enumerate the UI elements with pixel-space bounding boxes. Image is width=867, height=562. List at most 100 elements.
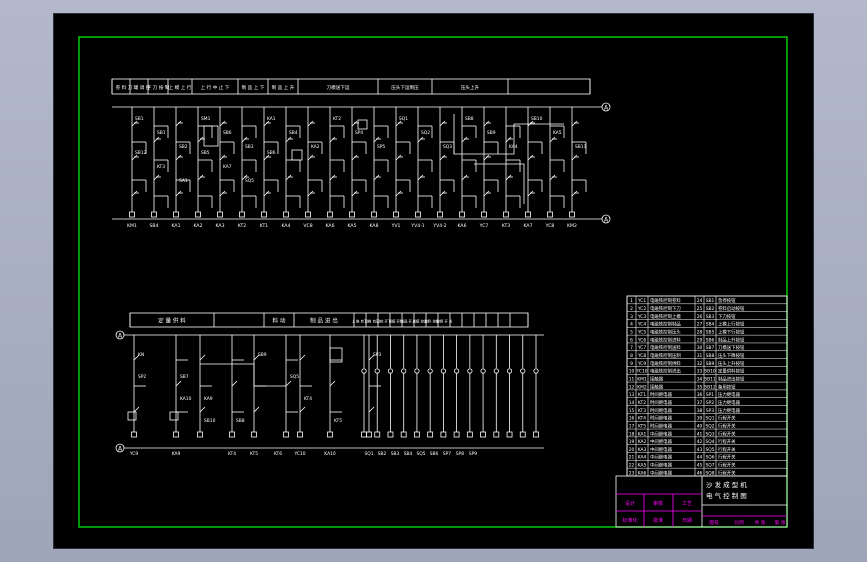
selector-switch	[401, 368, 407, 374]
top-coil	[503, 211, 509, 218]
legend-text: 行程开关	[718, 469, 736, 476]
legend-code: SQ6	[705, 455, 714, 461]
bottom-contact	[368, 406, 375, 413]
selector-switch	[374, 368, 380, 374]
legend-text: 中间继电器	[650, 469, 673, 476]
legend-code: SQ1	[705, 416, 714, 422]
legend-code: YC1	[637, 298, 647, 304]
top-contact	[439, 190, 446, 197]
legend-code: YC7	[637, 345, 647, 351]
top-header-cell: 下 刀 按 制	[147, 84, 170, 91]
legend-no: 27	[697, 322, 703, 328]
bottom-coil	[251, 431, 257, 438]
bottom-coil-label: SB4	[404, 451, 413, 457]
legend-no: 10	[629, 369, 635, 375]
legend-code: SP2	[706, 400, 714, 406]
legend-code: KA5	[638, 463, 647, 469]
top-coil-label: KA5	[348, 223, 357, 229]
legend-text: 行程开关	[718, 446, 736, 453]
top-header-row: 卷 料刀 罐 调 控下 刀 按 制上 模 上 行上 行 中 止 下制 品 上 下…	[111, 79, 591, 94]
top-contact	[527, 154, 534, 161]
top-contact	[549, 136, 556, 143]
top-contact	[461, 174, 468, 181]
legend-text: 中间继电器	[650, 462, 673, 469]
top-coil	[327, 211, 333, 218]
legend-text: 上模下行按钮	[718, 329, 745, 336]
top-coil-label: KM1	[127, 223, 137, 229]
bottom-contact-label: SB10	[204, 418, 216, 424]
top-header-cell: 制 品 上 升	[272, 84, 295, 91]
top-contact	[417, 174, 424, 181]
top-feedback-wire	[474, 163, 525, 204]
top-contact-label: SM1	[201, 116, 211, 122]
bottom-feedback-wire	[200, 363, 286, 387]
legend-text: 上模上行按钮	[718, 321, 745, 328]
legend-no: 26	[697, 314, 703, 320]
legend-no: 11	[629, 376, 635, 382]
top-contact	[263, 190, 270, 197]
top-contact-label: SB6	[267, 150, 276, 156]
top-contact	[373, 174, 380, 181]
legend-text: 行程开关	[718, 415, 736, 422]
legend-code: SQ5	[705, 447, 714, 453]
legend-code: YC5	[637, 330, 647, 336]
legend-no: 1	[630, 298, 633, 304]
top-coil-label: VC8	[303, 223, 312, 229]
selector-switch	[506, 368, 513, 374]
pressure-switch-box	[291, 149, 303, 161]
legend-text: 行程开关	[718, 430, 736, 437]
selector-switch	[454, 368, 460, 374]
legend-text: 中间继电器	[650, 430, 673, 437]
legend-no: 5	[630, 330, 633, 336]
pressure-switch-box	[357, 119, 368, 130]
top-contact-label: SB8	[465, 116, 474, 122]
top-coil-label: KA4	[282, 223, 291, 229]
legend-code: KT5	[638, 423, 646, 429]
bottom-coil	[414, 431, 420, 438]
legend-no: 43	[697, 447, 703, 453]
title-block-left-cells: 设计 审核 工艺标准化 批准 日期	[622, 500, 692, 524]
bottom-coil	[366, 431, 372, 438]
legend-no: 3	[630, 314, 633, 320]
legend-text: 时间继电器	[650, 415, 673, 422]
legend-no: 21	[629, 455, 635, 461]
top-contact-label: KA4	[509, 144, 518, 150]
top-coil	[217, 211, 223, 218]
legend-no: 13	[629, 392, 635, 398]
pressure-switch-box	[169, 411, 179, 421]
top-coil	[151, 211, 157, 218]
top-contact	[461, 136, 468, 143]
bottom-coil-label: SP9	[469, 451, 477, 457]
legend-text: 电磁铁控制供料	[650, 360, 681, 367]
legend-text: 卷料启动按钮	[718, 305, 745, 312]
title-block	[615, 475, 788, 528]
legend-rows: 1 YC1 电磁铁控制卷料 24 SB1 急停按钮 2 YC2 电磁铁控制下刀 25 SB2 卷料启动…	[626, 295, 788, 476]
bottom-coil	[519, 431, 526, 438]
top-contact-label: SQ2	[421, 130, 430, 136]
top-contact	[329, 136, 336, 143]
bottom-coil	[361, 431, 367, 438]
legend-text: 电磁铁控制上模	[650, 313, 681, 320]
bottom-contact-label: KA10	[180, 396, 192, 402]
top-header-cell: 上 模 上 行	[169, 84, 192, 91]
legend-text: 急停按钮	[718, 297, 736, 304]
title-block-cell: 设计	[625, 500, 635, 507]
legend-code: SB12	[704, 384, 716, 390]
pressure-switch-box	[127, 411, 137, 421]
top-coil	[283, 211, 289, 218]
legend-code: KA2	[638, 439, 647, 445]
legend-no: 7	[630, 345, 633, 351]
top-contact	[351, 120, 358, 127]
legend-text: 电磁铁控制卷料	[650, 297, 681, 304]
top-coil	[261, 211, 267, 218]
legend-code: SB5	[706, 330, 715, 336]
top-coil-label: KA3	[216, 223, 225, 229]
bottom-contact-label: SP3	[373, 352, 381, 358]
bottom-header-cell: 定 量 供 料	[158, 317, 186, 325]
legend-no: 23	[629, 470, 635, 476]
bottom-contact-label: SB9	[258, 352, 267, 358]
legend-code: SB2	[706, 306, 715, 312]
top-coil	[195, 211, 201, 218]
bottom-coil	[453, 431, 460, 438]
title-block-cell: 共 张	[754, 519, 765, 526]
